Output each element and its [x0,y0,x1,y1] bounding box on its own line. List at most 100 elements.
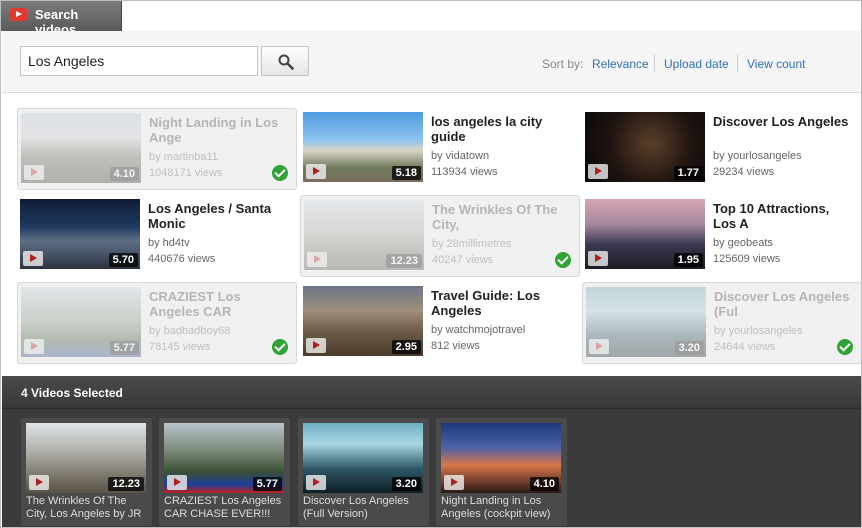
video-author: by badbadboy68 [149,325,231,337]
play-icon [589,339,609,354]
video-views: 113934 views [431,166,498,178]
video-result[interactable]: 5.77 CRAZIEST Los Angeles CAR by badbadb… [17,282,297,364]
video-title: Top 10 Attractions, Los A [713,201,830,231]
video-author: by watchmojotravel [431,324,526,336]
sort-view-count-link[interactable]: View count [747,57,805,71]
play-icon [588,164,608,179]
video-thumbnail: 5.18 [303,112,423,182]
window-title-tab: Search videos [1,1,122,37]
magnifier-icon [278,54,294,70]
video-views: 1048171 views [149,167,223,179]
selected-video-title: Discover Los Angeles (Full Version) [303,495,409,520]
video-title: Discover Los Angeles [713,114,849,129]
video-duration: 1.77 [673,166,703,180]
play-icon [306,338,326,353]
video-author: by vidatown [431,150,490,162]
video-thumbnail: 12.23 [304,200,424,270]
video-thumbnail: 3.20 [586,287,706,357]
video-result[interactable]: 4.10 Night Landing in Los Ange by martin… [17,108,297,190]
play-icon [588,251,608,266]
selected-check-icon [837,339,853,355]
selected-video-title: CRAZIEST Los Angeles CAR CHASE EVER!!! [164,495,282,520]
video-result[interactable]: 5.70 Los Angeles / Santa Monic by hd4tv … [17,195,297,277]
sort-relevance-link[interactable]: Relevance [592,57,649,71]
video-duration: 12.23 [108,477,144,491]
video-views: 78145 views [149,341,211,353]
video-result[interactable]: 5.18 los angeles la city guide by vidato… [300,108,580,190]
video-result[interactable]: 2.95 Travel Guide: Los Angeles by watchm… [300,282,580,364]
video-views: 24644 views [714,341,776,353]
video-duration: 5.77 [252,477,282,491]
video-title: CRAZIEST Los Angeles CAR [149,289,241,319]
video-author: by yourlosangeles [714,325,803,337]
selected-check-icon [272,165,288,181]
video-author: by yourlosangeles [713,150,802,162]
video-thumbnail: 3.20 [303,423,423,493]
sort-divider [737,55,738,72]
video-thumbnail: 4.10 [21,113,141,183]
video-duration: 2.95 [391,340,421,354]
play-icon [24,165,44,180]
selected-check-icon [272,339,288,355]
video-views: 440676 views [148,253,216,265]
video-duration: 5.18 [391,166,421,180]
video-result[interactable]: 12.23 The Wrinkles Of The City, by 28mil… [300,195,580,277]
video-title: Night Landing in Los Ange [149,115,279,145]
video-thumbnail: 2.95 [303,286,423,356]
video-result[interactable]: 3.20 Discover Los Angeles (Ful by yourlo… [582,282,861,364]
video-title: Los Angeles / Santa Monic [148,201,272,231]
video-author: by 28millimetres [432,238,512,250]
sort-upload-date-link[interactable]: Upload date [664,57,729,71]
video-author: by geobeats [713,237,773,249]
search-bar: Sort by: Relevance Upload date View coun… [2,31,861,93]
video-result[interactable]: 1.77 Discover Los Angeles by yourlosange… [582,108,861,190]
video-title: Discover Los Angeles (Ful [714,289,850,319]
video-author: by hd4tv [148,237,190,249]
video-duration: 3.20 [391,477,421,491]
video-title: los angeles la city guide [431,114,543,144]
play-icon [444,475,464,490]
video-views: 29234 views [713,166,775,178]
video-title: The Wrinkles Of The City, [432,202,558,232]
selected-video-item[interactable]: 12.23 The Wrinkles Of The City, Los Ange… [21,418,152,526]
video-duration: 12.23 [386,254,422,268]
selected-video-item[interactable]: 4.10 Night Landing in Los Angeles (cockp… [436,418,567,526]
video-thumbnail: 1.77 [585,112,705,182]
sort-by-label: Sort by: [542,57,584,71]
selected-video-title: The Wrinkles Of The City, Los Angeles by… [26,495,142,520]
results-grid: 4.10 Night Landing in Los Ange by martin… [2,94,861,376]
video-result[interactable]: 1.95 Top 10 Attractions, Los A by geobea… [582,195,861,277]
sort-divider [654,55,655,72]
search-button[interactable] [261,46,309,76]
video-author: by martinba11 [149,151,218,163]
video-thumbnail: 5.70 [20,199,140,269]
play-icon [306,164,326,179]
play-icon [24,339,44,354]
play-icon [167,475,187,490]
search-input[interactable] [20,46,258,76]
play-icon [23,251,43,266]
video-thumbnail: 5.77 [164,423,284,493]
video-duration: 5.70 [108,253,138,267]
video-views: 125609 views [713,253,781,265]
play-icon [306,475,326,490]
video-views: 40247 views [432,254,494,266]
video-title: Travel Guide: Los Angeles [431,288,541,318]
video-thumbnail: 5.77 [21,287,141,357]
selected-count-heading: 4 Videos Selected [2,376,861,409]
selected-videos-tray: 4 Videos Selected 12.23 The Wrinkles Of … [2,376,861,527]
video-duration: 1.95 [673,253,703,267]
selected-video-item[interactable]: 3.20 Discover Los Angeles (Full Version) [298,418,429,526]
play-icon [307,252,327,267]
selected-video-item[interactable]: 5.77 CRAZIEST Los Angeles CAR CHASE EVER… [159,418,290,526]
youtube-play-icon [10,8,27,21]
search-videos-window: Search videos Sort by: Relevance Upload … [0,0,862,528]
video-thumbnail: 12.23 [26,423,146,493]
selected-video-title: Night Landing in Los Angeles (cockpit vi… [441,495,551,520]
video-thumbnail: 4.10 [441,423,561,493]
selected-check-icon [555,252,571,268]
video-thumbnail: 1.95 [585,199,705,269]
video-duration: 4.10 [529,477,559,491]
play-icon [29,475,49,490]
video-duration: 5.77 [109,341,139,355]
